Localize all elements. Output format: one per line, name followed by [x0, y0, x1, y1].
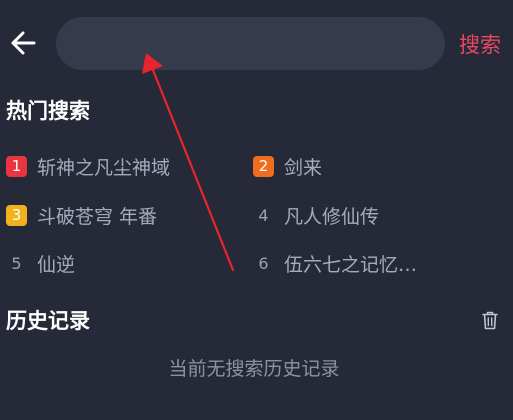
hot-item-label: 凡人修仙传 [284, 205, 380, 228]
search-input[interactable] [56, 17, 445, 70]
rank-badge: 3 [6, 204, 27, 226]
rank-number: 6 [258, 253, 269, 273]
hot-item-label: 仙逆 [37, 253, 76, 276]
rank-number: 4 [258, 205, 269, 225]
hot-item-3[interactable]: 3 斗破苍穹 年番 [6, 201, 226, 229]
hot-search-title: 热门搜索 [6, 99, 90, 123]
rank-badge: 1 [6, 155, 27, 177]
hot-item-2[interactable]: 2 剑来 [253, 152, 493, 180]
search-button[interactable]: 搜索 [459, 30, 501, 60]
hot-item-6[interactable]: 6 伍六七之记忆… [253, 249, 443, 277]
hot-item-label: 剑来 [284, 156, 323, 179]
history-empty-message: 当前无搜索历史记录 [168, 358, 340, 380]
back-arrow-icon[interactable] [8, 28, 38, 58]
rank-badge: 2 [253, 155, 274, 177]
search-header: 搜索 [0, 0, 513, 90]
hot-item-5[interactable]: 5 仙逆 [6, 249, 226, 277]
hot-item-1[interactable]: 1 斩神之凡尘神域 [6, 152, 226, 180]
rank-number: 5 [11, 253, 22, 273]
hot-item-label: 斩神之凡尘神域 [37, 156, 171, 179]
hot-item-4[interactable]: 4 凡人修仙传 [253, 201, 493, 229]
trash-icon[interactable] [481, 310, 499, 330]
hot-item-label: 伍六七之记忆… [284, 253, 418, 276]
hot-item-label: 斗破苍穹 年番 [37, 205, 158, 228]
history-title: 历史记录 [6, 309, 90, 333]
